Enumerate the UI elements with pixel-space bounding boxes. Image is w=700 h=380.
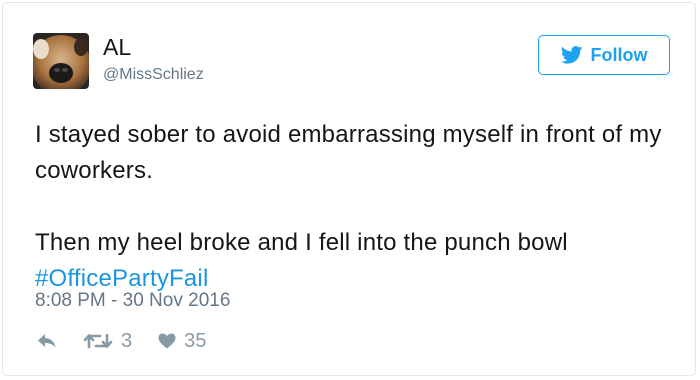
heart-icon	[158, 333, 176, 349]
tweet-timestamp[interactable]: 8:08 PM - 30 Nov 2016	[35, 289, 230, 313]
retweet-count: 3	[121, 329, 133, 352]
user-display-name[interactable]: AL	[103, 36, 131, 59]
tweet-card: AL @MissSchliez Follow I stayed sober to…	[2, 2, 696, 376]
follow-button[interactable]: Follow	[538, 35, 670, 75]
user-handle[interactable]: @MissSchliez	[103, 67, 204, 83]
reply-button[interactable]	[37, 333, 57, 349]
follow-button-label: Follow	[590, 44, 648, 65]
retweet-icon	[83, 333, 113, 349]
like-button[interactable]: 35	[158, 330, 206, 353]
tweet-text-line-2: Then my heel broke and I fell into the p…	[35, 229, 568, 256]
tweet-text: I stayed sober to avoid embarrassing mys…	[35, 117, 675, 297]
like-count: 35	[184, 329, 207, 352]
hashtag-link[interactable]: #OfficePartyFail	[35, 265, 209, 292]
avatar[interactable]	[33, 33, 89, 89]
retweet-button[interactable]: 3	[83, 330, 132, 353]
tweet-actions: 3 35	[37, 327, 206, 355]
reply-icon	[38, 334, 56, 348]
dog-avatar-image	[33, 33, 89, 89]
twitter-bird-icon	[560, 46, 583, 64]
tweet-text-line-1: I stayed sober to avoid embarrassing mys…	[35, 121, 662, 184]
